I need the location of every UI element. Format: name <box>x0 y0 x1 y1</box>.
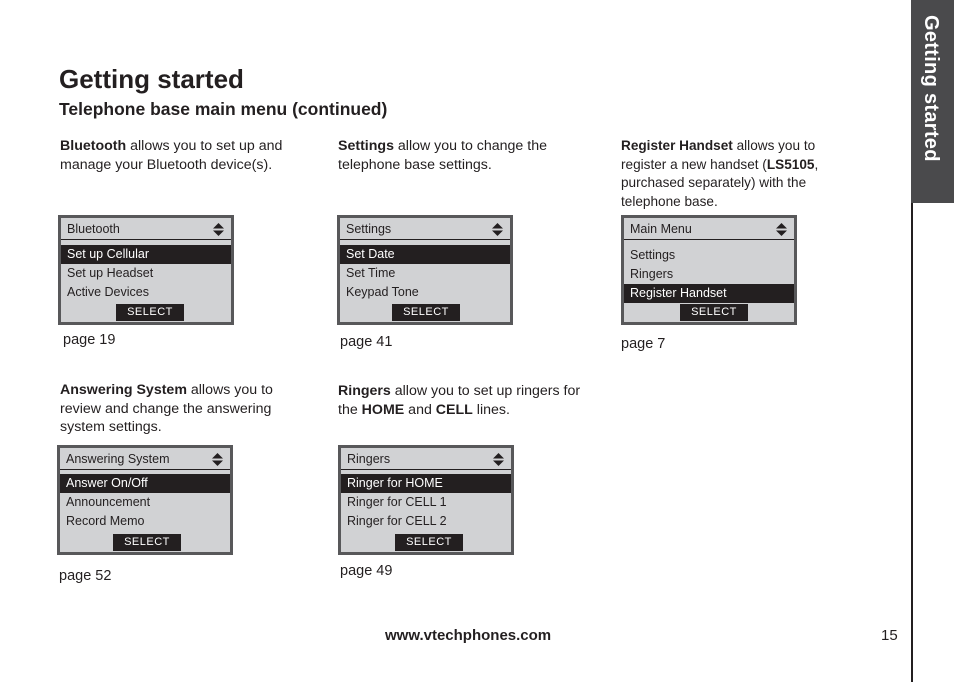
page-reference: page 19 <box>63 332 116 348</box>
bluetooth-term: Bluetooth <box>60 138 127 154</box>
lcd-header-title: Bluetooth <box>67 222 120 236</box>
page-reference: page 7 <box>621 336 666 352</box>
menu-item[interactable]: Set up Headset <box>61 264 231 283</box>
menu-item[interactable]: Settings <box>624 246 794 265</box>
select-softkey[interactable]: SELECT <box>680 304 748 321</box>
menu-item-selected[interactable]: Set up Cellular <box>61 245 231 264</box>
ringers-term: Ringers <box>338 383 391 399</box>
lcd-header: Ringers <box>341 448 511 470</box>
select-softkey[interactable]: SELECT <box>116 304 184 321</box>
lcd-header-title: Settings <box>346 222 392 236</box>
answering-system-term: Answering System <box>60 382 187 398</box>
page-reference: page 52 <box>59 568 112 584</box>
menu-item[interactable]: Active Devices <box>61 283 231 302</box>
lcd-header: Bluetooth <box>61 218 231 240</box>
up-down-arrows-icon <box>492 223 503 236</box>
menu-item[interactable]: Record Memo <box>60 512 230 531</box>
ringers-desc-text: lines. <box>472 401 510 418</box>
menu-item[interactable]: Ringer for CELL 1 <box>341 493 511 512</box>
menu-item-selected[interactable]: Ringer for HOME <box>341 474 511 493</box>
lcd-screen-settings: Settings Set Date Set Time Keypad Tone S… <box>337 215 513 325</box>
page-number: 15 <box>881 627 898 644</box>
cell-line-term: CELL <box>435 401 473 418</box>
page-reference: page 49 <box>340 563 393 579</box>
model-number: LS5105 <box>766 156 815 172</box>
up-down-arrows-icon <box>776 223 787 236</box>
lcd-screen-main-menu: Main Menu Settings Ringers Register Hand… <box>621 215 797 325</box>
footer-website-link[interactable]: www.vtechphones.com <box>385 627 551 644</box>
lcd-header: Answering System <box>60 448 230 470</box>
register-handset-description: Register Handset allows you to register … <box>621 137 846 211</box>
side-tab: Getting started <box>911 0 954 203</box>
lcd-screen-answering-system: Answering System Answer On/Off Announcem… <box>57 445 233 555</box>
lcd-header: Settings <box>340 218 510 240</box>
up-down-arrows-icon <box>213 223 224 236</box>
select-softkey[interactable]: SELECT <box>395 534 463 551</box>
side-rule-divider <box>911 203 913 682</box>
menu-item[interactable]: Announcement <box>60 493 230 512</box>
home-line-term: HOME <box>361 401 405 418</box>
settings-description: Settings allow you to change the telepho… <box>338 137 588 174</box>
lcd-header-title: Main Menu <box>630 222 692 236</box>
menu-item[interactable]: Ringer for CELL 2 <box>341 512 511 531</box>
menu-item-selected[interactable]: Answer On/Off <box>60 474 230 493</box>
ringers-desc-text: and <box>404 401 436 418</box>
lcd-header-title: Ringers <box>347 452 391 466</box>
menu-item[interactable]: Keypad Tone <box>340 283 510 302</box>
lcd-screen-ringers: Ringers Ringer for HOME Ringer for CELL … <box>338 445 514 555</box>
page-title: Getting started <box>59 64 244 94</box>
side-tab-label: Getting started <box>920 15 942 162</box>
menu-item[interactable]: Ringers <box>624 265 794 284</box>
bluetooth-description: Bluetooth allows you to set up and manag… <box>60 137 310 174</box>
register-handset-term: Register Handset <box>621 138 733 153</box>
page-reference: page 41 <box>340 334 393 350</box>
select-softkey[interactable]: SELECT <box>392 304 460 321</box>
ringers-description: Ringers allow you to set up ringers for … <box>338 382 588 419</box>
lcd-header-title: Answering System <box>66 452 170 466</box>
up-down-arrows-icon <box>212 453 223 466</box>
up-down-arrows-icon <box>493 453 504 466</box>
answering-system-description: Answering System allows you to review an… <box>60 381 300 437</box>
lcd-header: Main Menu <box>624 218 794 240</box>
settings-term: Settings <box>338 138 394 154</box>
menu-item-selected[interactable]: Register Handset <box>624 284 794 303</box>
menu-item-selected[interactable]: Set Date <box>340 245 510 264</box>
menu-item[interactable]: Set Time <box>340 264 510 283</box>
select-softkey[interactable]: SELECT <box>113 534 181 551</box>
lcd-screen-bluetooth: Bluetooth Set up Cellular Set up Headset… <box>58 215 234 325</box>
section-title: Telephone base main menu (continued) <box>59 99 388 119</box>
